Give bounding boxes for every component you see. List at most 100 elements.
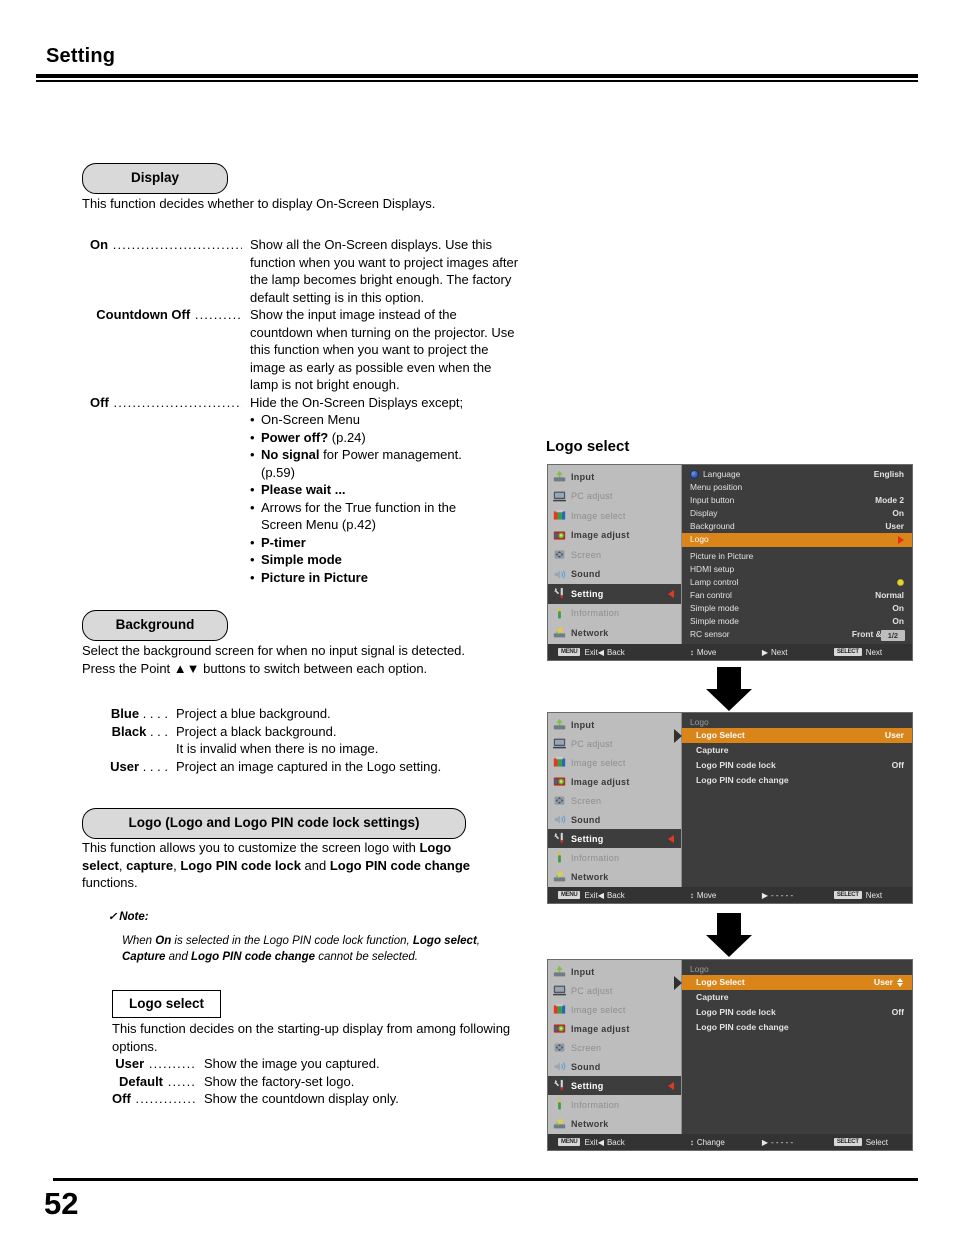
osd-menu-row[interactable]: Language English bbox=[682, 468, 912, 481]
osd-menu-row[interactable]: Simple mode On bbox=[682, 615, 912, 628]
osd-menu-row[interactable]: Simple mode On bbox=[682, 602, 912, 615]
osd-sidebar-item-setting[interactable]: Setting bbox=[548, 584, 689, 604]
osd-status-item[interactable]: MENU Exit bbox=[548, 648, 598, 657]
osd-menu-row[interactable]: Background User bbox=[682, 520, 912, 533]
osd-menu-row-label: Logo Select bbox=[696, 977, 745, 987]
osd-sidebar-item-pc-adjust[interactable]: PC adjust bbox=[548, 981, 681, 1000]
osd-sidebar-item-sound[interactable]: Sound bbox=[548, 810, 681, 829]
osd-sidebar-item-image-adjust[interactable]: Image adjust bbox=[548, 526, 681, 546]
osd-menu-row[interactable]: Capture bbox=[682, 743, 912, 758]
osd-sidebar-item-setting[interactable]: Setting bbox=[548, 1076, 689, 1095]
logo-select-option-off-term: Off bbox=[112, 1091, 131, 1106]
osd-menu-row[interactable]: Input button Mode 2 bbox=[682, 494, 912, 507]
osd-menu-row[interactable]: Logo Select User bbox=[674, 975, 912, 990]
osd-status-glyph-icon: ◀ bbox=[597, 647, 604, 657]
input-icon bbox=[553, 470, 566, 483]
osd-menu-row-label: Logo bbox=[690, 534, 709, 545]
osd-status-item[interactable]: ▶ - - - - - bbox=[762, 1138, 834, 1147]
osd-sidebar-item-network[interactable]: Network bbox=[548, 1114, 681, 1133]
osd-status-item[interactable]: ◀ Back bbox=[598, 648, 690, 657]
setting-icon bbox=[553, 832, 566, 845]
osd-sidebar-item-pc-adjust[interactable]: PC adjust bbox=[548, 487, 681, 507]
osd-menu-row-label: Logo Select bbox=[696, 730, 745, 740]
osd-sidebar-item-sound[interactable]: Sound bbox=[548, 565, 681, 585]
osd-status-label: Next bbox=[770, 647, 788, 657]
logo-select-option-default-desc: Show the factory-set logo. bbox=[204, 1073, 355, 1089]
osd-status-item[interactable]: ◀ Back bbox=[598, 1138, 690, 1147]
information-icon bbox=[553, 1098, 566, 1111]
display-option-on-term: On bbox=[90, 237, 109, 252]
display-option-countdown-off: Countdown Off .......... Show the input … bbox=[90, 306, 520, 394]
osd-menu-row[interactable]: Logo PIN code change bbox=[682, 773, 912, 788]
osd-status-item[interactable]: SELECT Next bbox=[833, 891, 882, 900]
osd-sidebar-item-pc-adjust[interactable]: PC adjust bbox=[548, 734, 681, 753]
osd-status-item[interactable]: ▶ - - - - - bbox=[762, 891, 834, 900]
osd-sidebar-item-image-select[interactable]: Image select bbox=[548, 506, 681, 526]
osd-status-item[interactable]: ↕ Change bbox=[690, 1138, 762, 1147]
osd-status-item[interactable]: MENU Exit bbox=[548, 891, 598, 900]
flow-arrow-down-icon bbox=[706, 667, 752, 711]
osd-menu-row[interactable]: Logo PIN code lock Off bbox=[682, 758, 912, 773]
osd-status-item[interactable]: ◀ Back bbox=[598, 891, 690, 900]
osd-sidebar-item-sound[interactable]: Sound bbox=[548, 1057, 681, 1076]
osd-menu-row[interactable]: HDMI setup bbox=[682, 563, 912, 576]
osd-menu-row-label: Capture bbox=[696, 745, 729, 755]
osd-menu-row-label: Simple mode bbox=[690, 616, 739, 627]
page-number: 52 bbox=[44, 1186, 79, 1221]
osd-sidebar-item-screen[interactable]: Screen bbox=[548, 791, 681, 810]
sidebar-selection-arrow-icon bbox=[668, 589, 674, 598]
logo-select-option-default: Default ...... Show the factory-set logo… bbox=[112, 1073, 522, 1091]
osd-sidebar-item-screen[interactable]: Screen bbox=[548, 545, 681, 565]
input-icon bbox=[553, 965, 566, 978]
logo-select-option-default-term: Default bbox=[118, 1073, 164, 1089]
osd-sidebar-item-network[interactable]: Network bbox=[548, 867, 681, 886]
osd-sidebar-item-information[interactable]: Information bbox=[548, 848, 681, 867]
osd-sidebar-item-image-adjust[interactable]: Image adjust bbox=[548, 772, 681, 791]
display-off-exceptions: On-Screen MenuPower off? (p.24)No signal… bbox=[90, 411, 520, 586]
logo-select-option-user: User .......... Show the image you captu… bbox=[112, 1055, 522, 1073]
osd-sidebar-item-image-select[interactable]: Image select bbox=[548, 753, 681, 772]
osd-status-item[interactable]: ↕ Move bbox=[690, 891, 762, 900]
osd-status-label: Move bbox=[696, 890, 717, 900]
up-down-adjust-icon bbox=[897, 978, 904, 987]
osd-status-glyph-icon: ▶ bbox=[761, 1137, 768, 1147]
osd-status-item[interactable]: ▶ Next bbox=[762, 648, 834, 657]
osd-menu-row[interactable]: Fan control Normal bbox=[682, 589, 912, 602]
background-option-user: User . . . . Project an image captured i… bbox=[90, 758, 520, 776]
osd-sidebar-item-screen[interactable]: Screen bbox=[548, 1038, 681, 1057]
osd-sidebar-item-image-adjust[interactable]: Image adjust bbox=[548, 1019, 681, 1038]
osd-status-item[interactable]: SELECT Select bbox=[833, 1138, 888, 1147]
osd-menu-row-label: Logo PIN code lock bbox=[696, 760, 776, 770]
osd-menu-row-label: Display bbox=[690, 508, 718, 519]
osd-sidebar-item-input[interactable]: Input bbox=[548, 962, 681, 981]
osd-menu-row[interactable]: Capture bbox=[682, 990, 912, 1005]
osd-status-item[interactable]: MENU Exit bbox=[548, 1138, 598, 1147]
osd-menu-row[interactable]: Logo PIN code change bbox=[682, 1020, 912, 1035]
osd-menu-row-value: On bbox=[892, 616, 904, 627]
osd-sidebar-item-image-select[interactable]: Image select bbox=[548, 1000, 681, 1019]
osd-sidebar-item-label: PC adjust bbox=[571, 985, 613, 996]
osd-sidebar-item-input[interactable]: Input bbox=[548, 715, 681, 734]
osd-menu-row-value: Mode 2 bbox=[875, 495, 904, 506]
pc-adjust-icon bbox=[553, 490, 566, 503]
osd-sidebar-item-information[interactable]: Information bbox=[548, 1095, 681, 1114]
osd-menu-row[interactable]: Logo Select User bbox=[674, 728, 912, 743]
osd-menu-row[interactable]: Display On bbox=[682, 507, 912, 520]
osd-menu-row[interactable]: Logo PIN code lock Off bbox=[682, 1005, 912, 1020]
osd-sidebar-item-label: Sound bbox=[571, 569, 601, 580]
osd-menu-row[interactable]: Menu position bbox=[682, 481, 912, 494]
osd-sidebar-item-setting[interactable]: Setting bbox=[548, 829, 689, 848]
osd-key-badge: SELECT bbox=[833, 648, 862, 656]
osd-status-item[interactable]: SELECT Next bbox=[833, 648, 882, 657]
osd-status-item[interactable]: ↕ Move bbox=[690, 648, 762, 657]
pc-adjust-icon bbox=[553, 737, 566, 750]
osd-sidebar-item-input[interactable]: Input bbox=[548, 467, 681, 487]
osd-menu-row[interactable]: Lamp control bbox=[682, 576, 912, 589]
osd-menu-row[interactable]: RC sensor Front & Back bbox=[682, 628, 912, 641]
osd-sidebar-item-network[interactable]: Network bbox=[548, 623, 681, 643]
osd-menu-row[interactable]: Logo bbox=[682, 533, 912, 547]
osd-sidebar-item-information[interactable]: Information bbox=[548, 604, 681, 624]
osd-status-label: Change bbox=[696, 1137, 725, 1147]
osd-menu-row[interactable]: Picture in Picture bbox=[682, 550, 912, 563]
osd-status-label: - - - - - bbox=[770, 1137, 794, 1147]
